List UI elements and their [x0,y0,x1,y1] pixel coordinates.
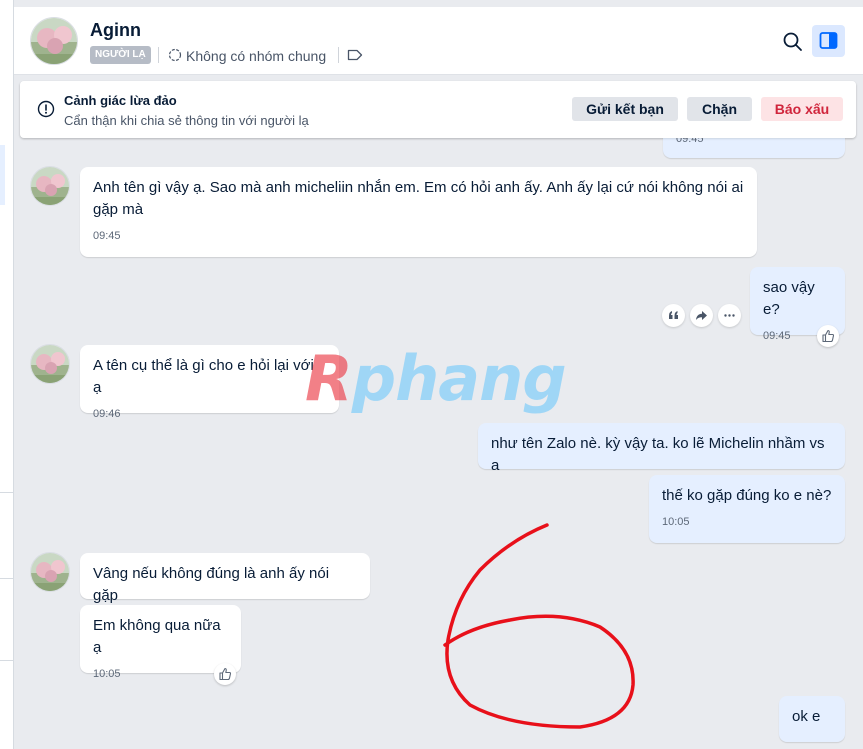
message-text: sao vậy e? [763,279,815,318]
watermark-first-letter: R [305,342,353,415]
scam-alert-banner-overlay: Cảnh giác lừa đảo Cẩn thận khi chia sẻ t… [20,81,856,138]
list-divider [0,578,14,579]
watermark-logo: Rphang [305,342,567,415]
message-text: Vâng nếu không đúng là anh ấy nói gặp [93,565,330,604]
group-icon [168,48,182,62]
contact-name[interactable]: Aginn [90,20,141,41]
sender-avatar[interactable] [30,166,70,206]
tag-icon[interactable] [347,49,363,61]
info-icon [37,100,55,118]
message-text: Anh tên gì vậy ạ. Sao mà anh micheliin n… [93,179,744,218]
stranger-badge: NGƯỜI LẠ [90,46,151,64]
conversation-list-edge [0,0,14,749]
list-divider [0,660,14,661]
window-top-gap [14,0,863,7]
list-divider [0,492,14,493]
message-bubble-incoming[interactable]: A tên cụ thể là gì cho e hỏi lại với ạ 0… [80,345,339,420]
reaction-button[interactable] [817,325,839,347]
alert-title: Cảnh giác lừa đảo [64,93,177,108]
forward-icon [696,311,707,320]
quote-reply-button[interactable] [662,304,685,327]
sender-avatar[interactable] [30,552,70,592]
ellipsis-icon [724,314,735,317]
thumbs-up-icon [219,667,232,681]
contact-avatar[interactable] [30,17,78,65]
selected-conversation-marker [0,145,5,205]
chat-header: Aginn NGƯỜI LẠ Không có nhóm chung [14,7,863,75]
message-text: Em không qua nữa ạ [93,617,221,656]
message-text: như tên Zalo nè. kỳ vậy ta. ko lẽ Michel… [491,435,825,474]
red-hand-drawn-annotation [443,523,635,729]
quote-icon [669,311,678,319]
toggle-info-panel-button[interactable] [812,25,845,57]
watermark-rest: phang [351,342,567,415]
message-text: A tên cụ thể là gì cho e hỏi lại với ạ [93,357,314,396]
message-bubble-outgoing[interactable]: như tên Zalo nè. kỳ vậy ta. ko lẽ Michel… [478,423,845,474]
message-time: 09:46 [93,408,121,420]
common-groups-label[interactable]: Không có nhóm chung [186,48,326,64]
alert-subtitle: Cẩn thận khi chia sẻ thông tin với người… [64,113,309,128]
message-bubble-outgoing[interactable]: thế ko gặp đúng ko e nè? 10:05 [649,475,845,543]
message-bubble-incoming[interactable]: Anh tên gì vậy ạ. Sao mà anh micheliin n… [80,167,757,257]
add-friend-button[interactable]: Gửi kết bạn [572,97,678,121]
message-text: ok e [792,708,821,725]
message-text: thế ko gặp đúng ko e nè? [662,487,832,504]
message-time: 09:45 [93,230,121,242]
header-separator [158,47,159,63]
forward-button[interactable] [690,304,713,327]
sender-avatar[interactable] [30,344,70,384]
reaction-button[interactable] [214,663,236,685]
message-time: 10:05 [93,668,121,680]
search-icon[interactable] [782,31,804,53]
report-button[interactable]: Báo xấu [761,97,843,121]
thumbs-up-icon [822,329,835,343]
message-bubble-incoming[interactable]: Em không qua nữa ạ 10:05 [80,605,241,680]
more-options-button[interactable] [718,304,741,327]
message-bubble-outgoing[interactable]: ok e [779,696,845,742]
message-bubble-incoming[interactable]: Vâng nếu không đúng là anh ấy nói gặp [80,553,370,604]
block-button[interactable]: Chặn [687,97,752,121]
sidebar-panel-icon [819,32,838,49]
header-separator [338,47,339,63]
message-time: 10:05 [662,516,690,528]
